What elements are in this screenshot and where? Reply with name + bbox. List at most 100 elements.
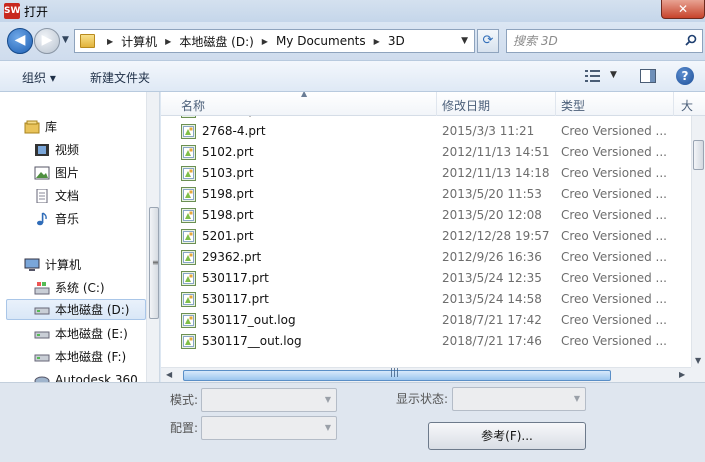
file-modified-date: 2018/7/21 17:46 xyxy=(442,334,542,348)
table-row[interactable]: 530117__out.log 2018/7/21 17:46 Creo Versi… xyxy=(161,331,691,352)
table-row[interactable]: 5201.prt 2012/12/28 19:57 Creo Versioned .… xyxy=(161,226,691,247)
close-button[interactable]: ✕ xyxy=(661,0,705,19)
column-divider[interactable] xyxy=(436,92,437,116)
file-type: Creo Versioned ... xyxy=(561,145,667,159)
file-name[interactable]: 5102.prt xyxy=(202,145,254,159)
file-name[interactable]: 29362.prt xyxy=(202,250,261,264)
breadcrumb-drive-d[interactable]: 本地磁盘 (D:) xyxy=(179,33,253,50)
sidebar-item-label: 文档 xyxy=(55,189,80,203)
creo-part-file-icon xyxy=(181,124,196,139)
back-button[interactable]: ◀ xyxy=(7,28,33,54)
scrollbar-thumb[interactable]: ||| xyxy=(183,368,611,381)
sidebar-item-label: 系统 (C:) xyxy=(55,281,105,295)
config-select[interactable]: ▼ xyxy=(201,416,337,440)
sidebar-item-video[interactable]: 视频 xyxy=(34,139,159,160)
file-name[interactable]: 530117.prt xyxy=(202,271,269,285)
sidebar-item-library[interactable]: 库 xyxy=(24,116,159,137)
scroll-down-icon[interactable]: ▼ xyxy=(695,356,701,365)
file-name[interactable]: 5198.prt xyxy=(202,187,254,201)
sidebar-item-pictures[interactable]: 图片 xyxy=(34,162,159,183)
address-dropdown-icon[interactable]: ▼ xyxy=(461,36,468,46)
scroll-left-icon[interactable]: ◀ xyxy=(166,370,172,379)
breadcrumb-computer[interactable]: 计算机 xyxy=(121,33,157,50)
sidebar-item-drive-f[interactable]: 本地磁盘 (F:) xyxy=(34,346,159,367)
breadcrumb-separator-icon[interactable]: ▶ xyxy=(374,37,380,46)
table-row[interactable]: 5198.prt 2013/5/20 11:53 Creo Versioned ..… xyxy=(161,184,691,205)
file-name[interactable]: 530117__out.log xyxy=(202,334,302,348)
file-name[interactable]: 530117.prt xyxy=(202,292,269,306)
organize-button[interactable]: 组织 ▾ xyxy=(22,69,56,86)
file-list-horizontal-scrollbar[interactable]: ◀ ||| ▶ xyxy=(161,367,691,382)
sidebar-item-label: 音乐 xyxy=(55,212,80,226)
breadcrumb-separator-icon[interactable]: ▶ xyxy=(165,37,171,46)
breadcrumb-my-documents[interactable]: My Documents xyxy=(276,34,366,48)
table-row[interactable]: 2768-4.prt 2015/3/3 11:21 Creo Versioned .… xyxy=(161,121,691,142)
sidebar-item-music[interactable]: 音乐 xyxy=(34,208,159,229)
folder-icon xyxy=(80,34,95,48)
help-icon[interactable]: ? xyxy=(676,67,694,85)
navigation-pane-scrollbar[interactable]: ≡ xyxy=(146,92,159,382)
sidebar-item-drive-e[interactable]: 本地磁盘 (E:) xyxy=(34,323,159,344)
search-input[interactable] xyxy=(513,33,683,49)
sidebar-item-label: 本地磁盘 (D:) xyxy=(55,303,130,317)
sidebar-item-documents[interactable]: 文档 xyxy=(34,185,159,206)
file-modified-date: 2013/5/24 14:58 xyxy=(442,292,542,306)
mode-select[interactable]: ▼ xyxy=(201,388,337,412)
sidebar-item-autodesk-360[interactable]: Autodesk 360 xyxy=(34,369,159,382)
recent-locations-dropdown[interactable]: ▼ xyxy=(62,35,69,45)
address-bar[interactable]: ▶ 计算机 ▶ 本地磁盘 (D:) ▶ My Documents ▶ 3D ▼ xyxy=(74,29,475,53)
table-row[interactable]: 5103.prt 2012/11/13 14:18 Creo Versioned .… xyxy=(161,163,691,184)
sidebar-item-system-c[interactable]: 系统 (C:) xyxy=(34,277,159,298)
scroll-right-icon[interactable]: ▶ xyxy=(679,370,685,379)
file-name[interactable]: 530117_out.log xyxy=(202,313,296,327)
forward-button[interactable]: ▶ xyxy=(34,28,60,54)
sidebar-item-computer[interactable]: 计算机 xyxy=(24,254,159,275)
column-size[interactable]: 大 xyxy=(681,97,693,114)
sidebar-item-drive-d[interactable]: 本地磁盘 (D:) xyxy=(6,299,146,320)
search-icon[interactable] xyxy=(685,34,697,46)
scrollbar-thumb[interactable]: ≡ xyxy=(149,207,159,319)
breadcrumb-separator-icon[interactable]: ▶ xyxy=(262,37,268,46)
breadcrumb-3d[interactable]: 3D xyxy=(388,34,405,48)
file-list-vertical-scrollbar[interactable]: ▼ xyxy=(691,116,705,367)
file-type: Creo Versioned ... xyxy=(561,124,667,138)
column-divider[interactable] xyxy=(673,92,674,116)
column-modified[interactable]: 修改日期 xyxy=(442,97,490,114)
refresh-button[interactable]: ⟳ xyxy=(477,29,499,53)
table-row[interactable]: 530117.prt 2013/5/24 14:58 Creo Versioned … xyxy=(161,289,691,310)
column-name[interactable]: 名称 xyxy=(181,97,205,114)
file-name[interactable]: 5198.prt xyxy=(202,208,254,222)
creo-part-file-icon xyxy=(181,208,196,223)
column-divider[interactable] xyxy=(555,92,556,116)
new-folder-button[interactable]: 新建文件夹 xyxy=(90,69,150,86)
column-type[interactable]: 类型 xyxy=(561,97,585,114)
command-bar: 组织 ▾ 新建文件夹 ▼ ? xyxy=(0,60,705,92)
file-type: Creo Versioned ... xyxy=(561,292,667,306)
file-name[interactable]: 5103.prt xyxy=(202,166,254,180)
file-name[interactable]: 2768-4.prt xyxy=(202,124,266,138)
search-box xyxy=(506,29,703,53)
table-row[interactable]: 5102.prt 2012/11/13 14:51 Creo Versioned .… xyxy=(161,142,691,163)
display-state-select[interactable]: ▼ xyxy=(452,387,586,411)
file-type: Creo Versioned ... xyxy=(561,271,667,285)
chevron-down-icon: ▼ xyxy=(573,394,580,403)
file-modified-date: 2013/5/20 12:08 xyxy=(442,208,542,222)
title-bar: SW 打开 ✕ xyxy=(0,0,705,22)
scrollbar-thumb[interactable] xyxy=(693,140,704,170)
browse-button[interactable]: 参考(F)... xyxy=(428,422,586,450)
breadcrumb-separator-icon[interactable]: ▶ xyxy=(107,37,113,46)
chevron-down-icon: ▼ xyxy=(324,395,331,404)
table-row[interactable]: 5198.prt 2013/5/20 12:08 Creo Versioned ..… xyxy=(161,205,691,226)
sidebar-item-label: 本地磁盘 (E:) xyxy=(55,327,128,341)
view-dropdown-icon[interactable]: ▼ xyxy=(610,70,617,80)
file-name[interactable]: 5201.prt xyxy=(202,229,254,243)
view-options-icon[interactable] xyxy=(585,69,601,83)
scrollbar-corner xyxy=(691,367,705,382)
table-row[interactable]: 530117_out.log 2018/7/21 17:42 Creo Versio… xyxy=(161,310,691,331)
preview-pane-icon[interactable] xyxy=(640,69,656,83)
mode-label: 模式: xyxy=(170,393,199,407)
table-row[interactable]: 29362.prt 2012/9/26 16:36 Creo Versioned .… xyxy=(161,247,691,268)
creo-part-file-icon xyxy=(181,229,196,244)
file-modified-date: 2013/5/24 12:35 xyxy=(442,271,542,285)
table-row[interactable]: 530117.prt 2013/5/24 12:35 Creo Versioned … xyxy=(161,268,691,289)
